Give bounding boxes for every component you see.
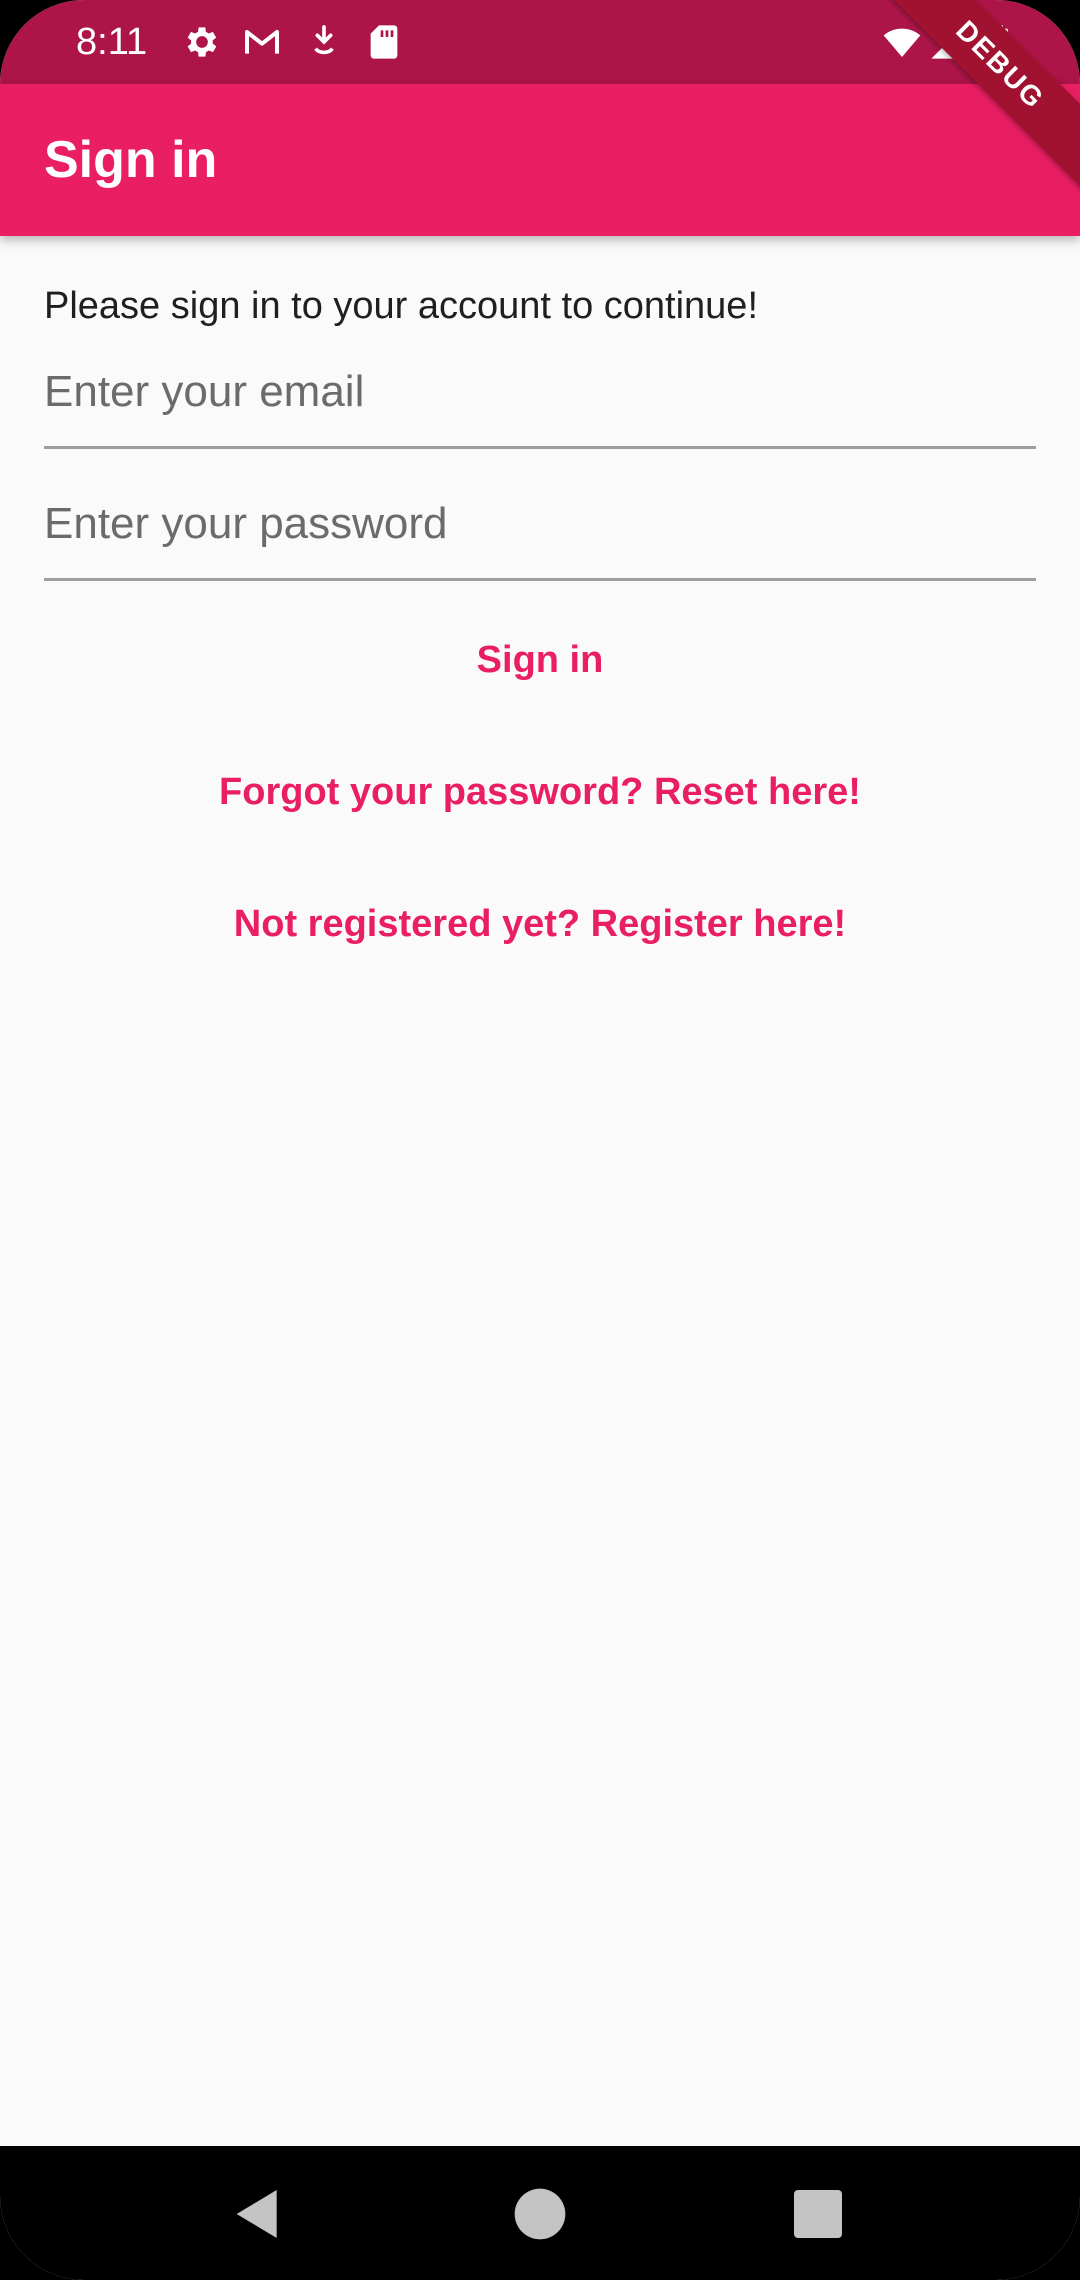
gmail-icon <box>242 22 282 62</box>
sign-in-button[interactable]: Sign in <box>0 618 1080 702</box>
app-bar: Sign in <box>0 84 1080 236</box>
back-icon[interactable] <box>226 2182 290 2246</box>
page-title: Sign in <box>44 131 218 189</box>
email-field-container <box>44 350 1036 449</box>
password-field[interactable] <box>44 482 1036 566</box>
navigation-bar <box>0 2146 1080 2280</box>
recents-icon[interactable] <box>786 2182 850 2246</box>
password-field-container <box>44 482 1036 581</box>
forgot-password-button[interactable]: Forgot your password? Reset here! <box>0 750 1080 834</box>
gear-icon <box>182 22 222 62</box>
status-time: 8:11 <box>76 21 148 63</box>
wifi-icon <box>882 22 922 62</box>
download-icon <box>304 22 344 62</box>
phone-screen: 8:11 DEBUG Sign in Please sign in to you… <box>0 0 1080 2280</box>
sd-card-icon <box>364 22 404 62</box>
register-button[interactable]: Not registered yet? Register here! <box>0 882 1080 966</box>
intro-text: Please sign in to your account to contin… <box>44 285 759 327</box>
home-icon[interactable] <box>508 2182 572 2246</box>
email-field[interactable] <box>44 350 1036 434</box>
